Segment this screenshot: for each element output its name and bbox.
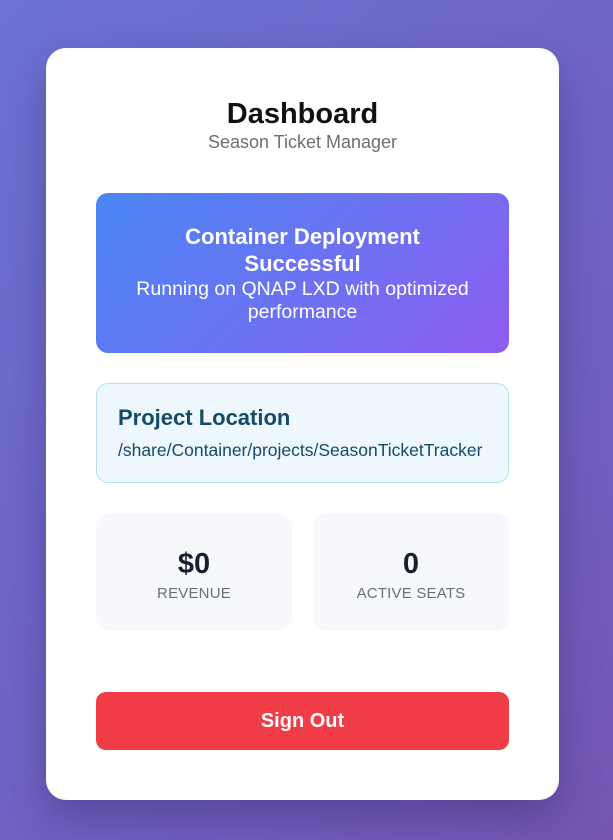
project-location-panel: Project Location /share/Container/projec… (96, 383, 509, 483)
revenue-stat-card: $0 REVENUE (96, 513, 292, 631)
revenue-label: REVENUE (157, 585, 231, 602)
banner-text: Running on QNAP LXD with optimized perfo… (136, 278, 469, 323)
page-subtitle: Season Ticket Manager (207, 132, 398, 152)
deployment-status-banner: Container Deployment Successful Running … (96, 193, 509, 353)
project-location-title: Project Location (118, 405, 291, 430)
active-seats-value: 0 (402, 548, 420, 580)
active-seats-label: ACTIVE SEATS (356, 585, 466, 602)
banner-title: Container Deployment Successful (185, 224, 420, 276)
active-seats-stat-card: 0 ACTIVE SEATS (313, 513, 509, 631)
page-title: Dashboard (226, 98, 379, 130)
dashboard-card: Dashboard Season Ticket Manager Containe… (46, 48, 559, 800)
revenue-value: $0 (177, 548, 211, 580)
project-location-path: /share/Container/projects/SeasonTicketTr… (118, 440, 483, 460)
sign-out-button[interactable]: Sign Out (96, 692, 509, 750)
